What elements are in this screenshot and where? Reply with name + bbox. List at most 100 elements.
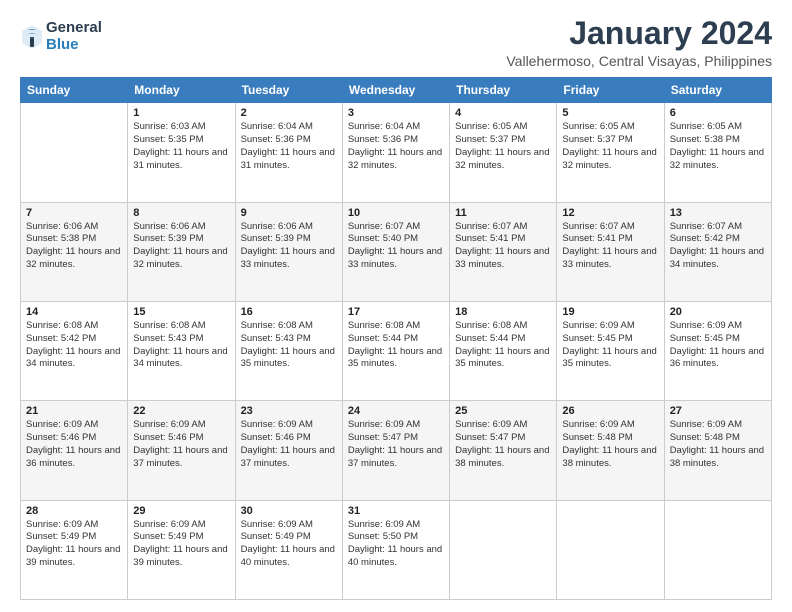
calendar-cell: 15Sunrise: 6:08 AMSunset: 5:43 PMDayligh…	[128, 301, 235, 400]
day-number: 23	[241, 405, 337, 417]
calendar-week-0: 1Sunrise: 6:03 AMSunset: 5:35 PMDaylight…	[21, 103, 772, 202]
calendar-week-1: 7Sunrise: 6:06 AMSunset: 5:38 PMDaylight…	[21, 202, 772, 301]
calendar-cell: 5 Sunrise: 6:05 AMSunset: 5:37 PMDaylight…	[557, 103, 664, 202]
calendar-cell: 31 Sunrise: 6:09 AMSunset: 5:50 PMDayligh…	[342, 500, 449, 599]
calendar-cell: 14 Sunrise: 6:08 AMSunset: 5:42 PMDayligh…	[21, 301, 128, 400]
calendar-cell: 4Sunrise: 6:05 AMSunset: 5:37 PMDaylight…	[450, 103, 557, 202]
header-thursday: Thursday	[450, 78, 557, 103]
day-info: Sunrise: 6:06 AMSunset: 5:39 PMDaylight:…	[133, 221, 229, 272]
day-info: Sunrise: 6:09 AMSunset: 5:48 PMDaylight:…	[670, 419, 766, 470]
calendar-cell: 12Sunrise: 6:07 AMSunset: 5:41 PMDayligh…	[557, 202, 664, 301]
calendar-cell	[664, 500, 771, 599]
calendar-cell	[557, 500, 664, 599]
day-info: Sunrise: 6:07 AMSunset: 5:42 PMDaylight:…	[670, 221, 766, 272]
day-info: Sunrise: 6:09 AMSunset: 5:47 PMDaylight:…	[348, 419, 444, 470]
calendar-cell: 9 Sunrise: 6:06 AMSunset: 5:39 PMDaylight…	[235, 202, 342, 301]
day-number: 2	[241, 107, 337, 119]
calendar-cell: 24 Sunrise: 6:09 AMSunset: 5:47 PMDayligh…	[342, 401, 449, 500]
logo-general: General	[46, 20, 102, 37]
page: General Blue January 2024 Vallehermoso, …	[0, 0, 792, 612]
day-number: 8	[133, 207, 229, 219]
calendar-cell: 1Sunrise: 6:03 AMSunset: 5:35 PMDaylight…	[128, 103, 235, 202]
day-info: Sunrise: 6:09 AMSunset: 5:45 PMDaylight:…	[562, 320, 658, 371]
day-number: 24	[348, 405, 444, 417]
calendar-cell: 16 Sunrise: 6:08 AMSunset: 5:43 PMDayligh…	[235, 301, 342, 400]
logo: General Blue	[20, 20, 102, 53]
day-info: Sunrise: 6:08 AMSunset: 5:43 PMDaylight:…	[133, 320, 229, 371]
day-number: 11	[455, 207, 551, 219]
day-number: 27	[670, 405, 766, 417]
day-number: 29	[133, 505, 229, 517]
day-info: Sunrise: 6:08 AMSunset: 5:44 PMDaylight:…	[348, 320, 444, 371]
day-number: 31	[348, 505, 444, 517]
day-number: 3	[348, 107, 444, 119]
calendar-cell: 23 Sunrise: 6:09 AMSunset: 5:46 PMDayligh…	[235, 401, 342, 500]
header-monday: Monday	[128, 78, 235, 103]
day-number: 21	[26, 405, 122, 417]
calendar-cell: 7Sunrise: 6:06 AMSunset: 5:38 PMDaylight…	[21, 202, 128, 301]
day-info: Sunrise: 6:04 AMSunset: 5:36 PMDaylight:…	[241, 121, 337, 172]
calendar-cell: 30 Sunrise: 6:09 AMSunset: 5:49 PMDayligh…	[235, 500, 342, 599]
day-info: Sunrise: 6:08 AMSunset: 5:43 PMDaylight:…	[241, 320, 337, 371]
calendar-header-row: SundayMondayTuesdayWednesdayThursdayFrid…	[21, 78, 772, 103]
location: Vallehermoso, Central Visayas, Philippin…	[506, 53, 772, 69]
calendar-cell: 6 Sunrise: 6:05 AMSunset: 5:38 PMDaylight…	[664, 103, 771, 202]
day-info: Sunrise: 6:08 AMSunset: 5:42 PMDaylight:…	[26, 320, 122, 371]
day-number: 5	[562, 107, 658, 119]
header-wednesday: Wednesday	[342, 78, 449, 103]
day-info: Sunrise: 6:04 AMSunset: 5:36 PMDaylight:…	[348, 121, 444, 172]
calendar-cell: 19 Sunrise: 6:09 AMSunset: 5:45 PMDayligh…	[557, 301, 664, 400]
header-friday: Friday	[557, 78, 664, 103]
calendar-cell: 10Sunrise: 6:07 AMSunset: 5:40 PMDayligh…	[342, 202, 449, 301]
day-number: 26	[562, 405, 658, 417]
calendar-cell: 20Sunrise: 6:09 AMSunset: 5:45 PMDayligh…	[664, 301, 771, 400]
calendar-week-3: 21 Sunrise: 6:09 AMSunset: 5:46 PMDayligh…	[21, 401, 772, 500]
day-number: 22	[133, 405, 229, 417]
day-info: Sunrise: 6:08 AMSunset: 5:44 PMDaylight:…	[455, 320, 551, 371]
day-info: Sunrise: 6:07 AMSunset: 5:40 PMDaylight:…	[348, 221, 444, 272]
calendar-cell: 8 Sunrise: 6:06 AMSunset: 5:39 PMDaylight…	[128, 202, 235, 301]
day-number: 4	[455, 107, 551, 119]
day-info: Sunrise: 6:09 AMSunset: 5:49 PMDaylight:…	[133, 519, 229, 570]
day-info: Sunrise: 6:09 AMSunset: 5:46 PMDaylight:…	[241, 419, 337, 470]
day-info: Sunrise: 6:09 AMSunset: 5:46 PMDaylight:…	[133, 419, 229, 470]
calendar-cell	[450, 500, 557, 599]
day-number: 19	[562, 306, 658, 318]
calendar-week-2: 14 Sunrise: 6:08 AMSunset: 5:42 PMDayligh…	[21, 301, 772, 400]
logo-icon	[20, 23, 44, 51]
day-info: Sunrise: 6:09 AMSunset: 5:48 PMDaylight:…	[562, 419, 658, 470]
header-tuesday: Tuesday	[235, 78, 342, 103]
day-number: 6	[670, 107, 766, 119]
day-info: Sunrise: 6:06 AMSunset: 5:39 PMDaylight:…	[241, 221, 337, 272]
day-number: 14	[26, 306, 122, 318]
day-info: Sunrise: 6:09 AMSunset: 5:50 PMDaylight:…	[348, 519, 444, 570]
month-title: January 2024	[506, 16, 772, 51]
day-number: 16	[241, 306, 337, 318]
day-info: Sunrise: 6:09 AMSunset: 5:46 PMDaylight:…	[26, 419, 122, 470]
day-info: Sunrise: 6:07 AMSunset: 5:41 PMDaylight:…	[562, 221, 658, 272]
day-info: Sunrise: 6:03 AMSunset: 5:35 PMDaylight:…	[133, 121, 229, 172]
header-sunday: Sunday	[21, 78, 128, 103]
day-number: 7	[26, 207, 122, 219]
day-info: Sunrise: 6:09 AMSunset: 5:49 PMDaylight:…	[26, 519, 122, 570]
calendar-cell: 25Sunrise: 6:09 AMSunset: 5:47 PMDayligh…	[450, 401, 557, 500]
day-number: 30	[241, 505, 337, 517]
day-info: Sunrise: 6:07 AMSunset: 5:41 PMDaylight:…	[455, 221, 551, 272]
day-number: 9	[241, 207, 337, 219]
day-info: Sunrise: 6:09 AMSunset: 5:49 PMDaylight:…	[241, 519, 337, 570]
day-info: Sunrise: 6:09 AMSunset: 5:47 PMDaylight:…	[455, 419, 551, 470]
calendar-week-4: 28 Sunrise: 6:09 AMSunset: 5:49 PMDayligh…	[21, 500, 772, 599]
day-number: 28	[26, 505, 122, 517]
title-section: January 2024 Vallehermoso, Central Visay…	[506, 16, 772, 69]
calendar-cell	[21, 103, 128, 202]
calendar-cell: 21 Sunrise: 6:09 AMSunset: 5:46 PMDayligh…	[21, 401, 128, 500]
calendar-cell: 13Sunrise: 6:07 AMSunset: 5:42 PMDayligh…	[664, 202, 771, 301]
day-number: 18	[455, 306, 551, 318]
calendar-cell: 11 Sunrise: 6:07 AMSunset: 5:41 PMDayligh…	[450, 202, 557, 301]
calendar-cell: 27 Sunrise: 6:09 AMSunset: 5:48 PMDayligh…	[664, 401, 771, 500]
day-info: Sunrise: 6:05 AMSunset: 5:38 PMDaylight:…	[670, 121, 766, 172]
day-info: Sunrise: 6:05 AMSunset: 5:37 PMDaylight:…	[562, 121, 658, 172]
header: General Blue January 2024 Vallehermoso, …	[20, 16, 772, 69]
calendar-cell: 3 Sunrise: 6:04 AMSunset: 5:36 PMDaylight…	[342, 103, 449, 202]
logo-text: General Blue	[46, 20, 102, 53]
